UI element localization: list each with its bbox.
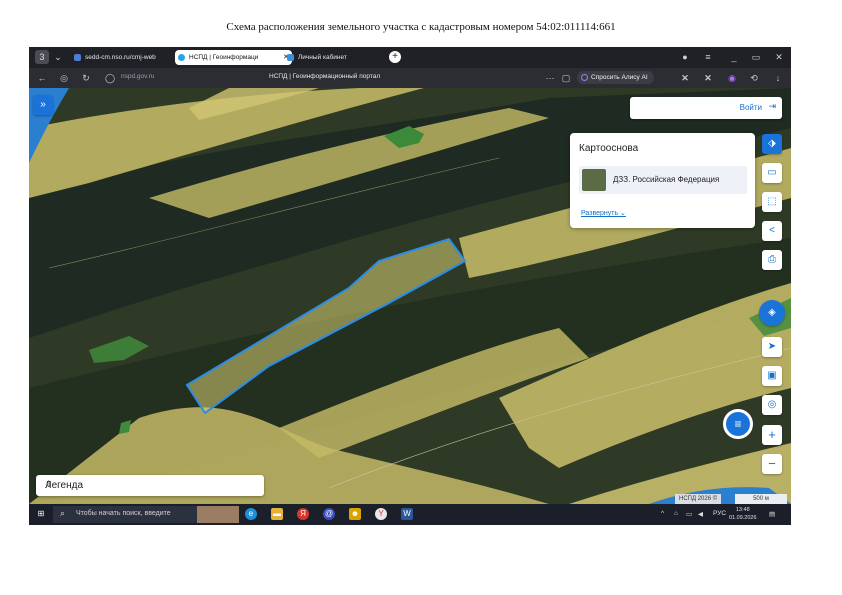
tray-volume-icon[interactable]: ◀	[698, 510, 703, 518]
tray-chevron-icon[interactable]: ^	[661, 510, 664, 517]
scale-bar: 500 м	[735, 494, 787, 504]
login-label: Войти	[739, 103, 762, 112]
login-button[interactable]: Войти ⇥	[630, 97, 782, 119]
home-icon[interactable]: ◎	[57, 71, 71, 85]
screenshot-button[interactable]: ▣	[762, 366, 782, 386]
windows-start-icon[interactable]: ⊞	[35, 508, 47, 520]
tools-icon[interactable]: ✕	[678, 71, 692, 85]
tab-label: sedd-cm.nso.ru/cmj-web	[85, 54, 156, 61]
tab-sedd[interactable]: sedd-cm.nso.ru/cmj-web	[71, 50, 185, 65]
chevron-updown-icon: ⇕	[45, 479, 53, 489]
profile-badge[interactable]: 3	[35, 50, 49, 64]
document-title: Схема расположения земельного участка с …	[226, 21, 616, 33]
clock-date: 01.09.2026	[729, 515, 757, 521]
edge-icon[interactable]: e	[245, 508, 257, 520]
maximize-button[interactable]: ▭	[748, 50, 764, 64]
word-icon[interactable]: W	[401, 508, 413, 520]
tray-network-icon[interactable]: ▭	[686, 510, 692, 518]
expand-link[interactable]: Развернуть ⌄	[581, 209, 626, 217]
site-shield-icon[interactable]: ◯	[103, 71, 117, 85]
tab-nspd[interactable]: НСПД | Геоинформаци ✕	[175, 50, 292, 65]
tab-label: НСПД | Геоинформаци	[189, 54, 259, 61]
nspd-favicon-icon	[178, 54, 185, 61]
map-view[interactable]: » Войти ⇥ Картооснова ДЗЗ. Российская Фе…	[29, 88, 791, 504]
address-bar-row: ← ◎ ↻ ◯ nspd.gov.ru НСПД | Геоинформацио…	[29, 68, 791, 88]
language-indicator[interactable]: РУС	[713, 510, 726, 517]
clock-time: 13:48	[735, 507, 750, 513]
mail-favicon-icon	[74, 54, 81, 61]
ruler-button[interactable]: ▭	[762, 163, 782, 183]
zoom-in-button[interactable]: +	[762, 425, 782, 445]
clock[interactable]: 13:48 01.09.2026	[729, 506, 757, 522]
expand-sidebar-button[interactable]: »	[33, 95, 53, 115]
select-area-button[interactable]: ⬚	[762, 192, 782, 212]
basemap-panel: Картооснова ДЗЗ. Российская Федерация Ра…	[570, 133, 755, 228]
mail-app-icon[interactable]: @	[323, 508, 335, 520]
browser-tab-bar: 3 ⌄ sedd-cm.nso.ru/cmj-web НСПД | Геоинф…	[29, 47, 791, 68]
new-tab-button[interactable]: +	[389, 51, 401, 63]
tab-label: Личный кабинет	[298, 54, 347, 61]
extension-icon[interactable]: ◉	[725, 71, 739, 85]
nspd-logo-button[interactable]: ◈	[759, 300, 785, 326]
alice-label: Спросить Алису AI	[591, 74, 648, 81]
cat-app-icon[interactable]: ☻	[349, 508, 361, 520]
basemap-heading: Картооснова	[579, 143, 639, 154]
back-icon[interactable]: ←	[35, 71, 49, 85]
file-explorer-icon[interactable]: ▬	[271, 508, 283, 520]
tab-cabinet[interactable]: Личный кабинет	[284, 50, 394, 65]
layer-thumbnail	[582, 169, 606, 191]
close-window-button[interactable]: ✕	[771, 50, 787, 64]
print-button[interactable]: ⎙	[762, 250, 782, 270]
search-placeholder: Чтобы начать поиск, введите	[76, 510, 171, 517]
legend-dropdown[interactable]: Легенда ⇕	[36, 475, 264, 496]
notifications-icon[interactable]: ▤	[769, 510, 775, 518]
taskbar-search[interactable]: ⌕ Чтобы начать поиск, введите	[53, 506, 239, 523]
cabinet-favicon-icon	[287, 54, 294, 61]
attribution: НСПД 2026 ©	[675, 494, 722, 504]
expand-label: Развернуть	[581, 210, 619, 217]
login-icon: ⇥	[768, 101, 776, 111]
screenshot: 3 ⌄ sedd-cm.nso.ru/cmj-web НСПД | Геоинф…	[29, 47, 791, 525]
download-icon[interactable]: ↓	[771, 71, 785, 85]
bookmark-icon[interactable]: ▢	[559, 71, 573, 85]
tools-alt-icon[interactable]: ✕	[701, 71, 715, 85]
tray-device-icon[interactable]: ⌂	[674, 510, 678, 517]
account-icon[interactable]: ●	[677, 50, 693, 64]
extensions-puzzle-icon[interactable]: ⟲	[747, 71, 761, 85]
search-icon: ⌕	[60, 508, 66, 518]
ask-alice-button[interactable]: Спросить Алису AI	[577, 71, 654, 84]
page-title: НСПД | Геоинформационный портал	[269, 73, 381, 80]
yandex-browser-icon[interactable]: Y	[375, 508, 387, 520]
alice-icon	[581, 74, 588, 81]
tabs-menu-icon[interactable]: ⌄	[51, 50, 65, 64]
url-field[interactable]: nspd.gov.ru	[121, 73, 154, 80]
reload-icon[interactable]: ↻	[79, 71, 93, 85]
layers-button[interactable]: ⬗	[762, 134, 782, 154]
locate-button[interactable]: ➤	[762, 337, 782, 357]
share-button[interactable]: <	[762, 221, 782, 241]
chat-button[interactable]: ≡	[723, 409, 753, 439]
geo-search-button[interactable]: ◎	[762, 395, 782, 415]
zoom-out-button[interactable]: −	[762, 454, 782, 474]
basemap-layer-item[interactable]: ДЗЗ. Российская Федерация	[579, 166, 747, 194]
windows-taskbar: ⊞ ⌕ Чтобы начать поиск, введите e ▬ Я @ …	[29, 504, 791, 525]
layer-label: ДЗЗ. Российская Федерация	[613, 175, 720, 184]
yandex-icon[interactable]: Я	[297, 508, 309, 520]
search-highlight-image	[197, 506, 239, 523]
more-icon[interactable]: ⋯	[543, 71, 557, 85]
menu-button[interactable]: ≡	[700, 50, 716, 64]
minimize-button[interactable]: _	[726, 50, 742, 64]
